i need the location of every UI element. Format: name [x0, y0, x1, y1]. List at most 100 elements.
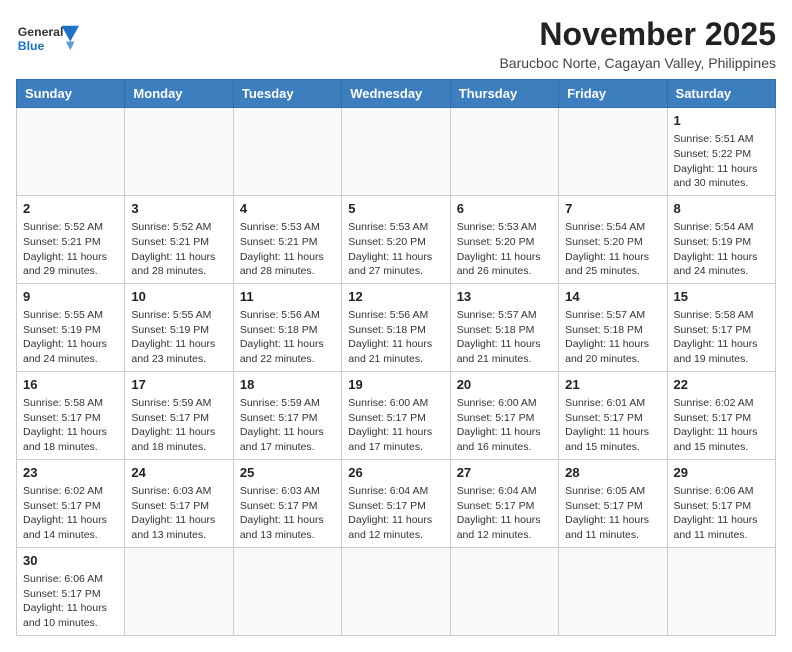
day-info: Sunrise: 6:03 AMSunset: 5:17 PMDaylight:… — [131, 484, 226, 543]
calendar-week-row: 23 Sunrise: 6:02 AMSunset: 5:17 PMDayligh… — [17, 459, 776, 547]
day-number: 15 — [674, 288, 769, 306]
weekday-header-saturday: Saturday — [667, 80, 775, 108]
weekday-header-sunday: Sunday — [17, 80, 125, 108]
calendar-cell: 2Sunrise: 5:52 AMSunset: 5:21 PMDaylight… — [17, 195, 125, 283]
day-number: 1 — [674, 112, 769, 130]
weekday-header-friday: Friday — [559, 80, 667, 108]
calendar-cell: 4Sunrise: 5:53 AMSunset: 5:21 PMDaylight… — [233, 195, 341, 283]
day-number: 18 — [240, 376, 335, 394]
calendar-cell — [125, 547, 233, 635]
day-number: 24 — [131, 464, 226, 482]
day-info: Sunrise: 5:54 AMSunset: 5:20 PMDaylight:… — [565, 220, 660, 279]
day-number: 11 — [240, 288, 335, 306]
day-info: Sunrise: 6:06 AMSunset: 5:17 PMDaylight:… — [23, 572, 118, 631]
calendar-cell: 21 Sunrise: 6:01 AMSunset: 5:17 PMDayligh… — [559, 371, 667, 459]
calendar-cell: 19Sunrise: 6:00 AMSunset: 5:17 PMDayligh… — [342, 371, 450, 459]
calendar-week-row: 2 Sunrise: 5:52 AMSunset: 5:21 PMDaylight… — [17, 195, 776, 283]
title-area: November 2025 Barucboc Norte, Cagayan Va… — [499, 16, 776, 71]
day-info: Sunrise: 5:53 AMSunset: 5:21 PMDaylight:… — [240, 220, 335, 279]
day-info: Sunrise: 6:04 AMSunset: 5:17 PMDaylight:… — [348, 484, 443, 543]
day-number: 16 — [23, 376, 118, 394]
day-number: 27 — [457, 464, 552, 482]
calendar-cell: 5 Sunrise: 5:53 AMSunset: 5:20 PMDaylight… — [342, 195, 450, 283]
day-info: Sunrise: 5:58 AMSunset: 5:17 PMDaylight:… — [23, 396, 118, 455]
calendar-cell: 16 Sunrise: 5:58 AMSunset: 5:17 PMDayligh… — [17, 371, 125, 459]
weekday-header-wednesday: Wednesday — [342, 80, 450, 108]
calendar-cell: 30 Sunrise: 6:06 AMSunset: 5:17 PMDayligh… — [17, 547, 125, 635]
calendar-cell — [342, 108, 450, 196]
calendar-week-row: 1 Sunrise: 5:51 AMSunset: 5:22 PMDaylight… — [17, 108, 776, 196]
calendar-cell: 22Sunrise: 6:02 AMSunset: 5:17 PMDayligh… — [667, 371, 775, 459]
day-info: Sunrise: 6:02 AMSunset: 5:17 PMDaylight:… — [674, 396, 769, 455]
day-info: Sunrise: 5:58 AMSunset: 5:17 PMDaylight:… — [674, 308, 769, 367]
logo-svg: General Blue — [16, 16, 86, 66]
day-number: 7 — [565, 200, 660, 218]
day-info: Sunrise: 5:52 AMSunset: 5:21 PMDaylight:… — [131, 220, 226, 279]
day-number: 9 — [23, 288, 118, 306]
day-info: Sunrise: 5:53 AMSunset: 5:20 PMDaylight:… — [348, 220, 443, 279]
calendar-cell — [125, 108, 233, 196]
page-container: General Blue November 2025 Barucboc Nort… — [16, 16, 776, 636]
calendar-cell — [450, 547, 558, 635]
day-number: 14 — [565, 288, 660, 306]
day-number: 2 — [23, 200, 118, 218]
calendar-cell: 17 Sunrise: 5:59 AMSunset: 5:17 PMDayligh… — [125, 371, 233, 459]
day-info: Sunrise: 5:55 AMSunset: 5:19 PMDaylight:… — [131, 308, 226, 367]
calendar-cell — [450, 108, 558, 196]
calendar-cell — [17, 108, 125, 196]
calendar-cell: 15 Sunrise: 5:58 AMSunset: 5:17 PMDayligh… — [667, 283, 775, 371]
calendar-cell: 23 Sunrise: 6:02 AMSunset: 5:17 PMDayligh… — [17, 459, 125, 547]
day-number: 5 — [348, 200, 443, 218]
day-number: 26 — [348, 464, 443, 482]
day-number: 20 — [457, 376, 552, 394]
day-info: Sunrise: 5:53 AMSunset: 5:20 PMDaylight:… — [457, 220, 552, 279]
calendar-cell — [667, 547, 775, 635]
day-info: Sunrise: 6:02 AMSunset: 5:17 PMDaylight:… — [23, 484, 118, 543]
subtitle: Barucboc Norte, Cagayan Valley, Philippi… — [499, 55, 776, 71]
calendar-cell: 18 Sunrise: 5:59 AMSunset: 5:17 PMDayligh… — [233, 371, 341, 459]
day-info: Sunrise: 5:59 AMSunset: 5:17 PMDaylight:… — [131, 396, 226, 455]
day-info: Sunrise: 5:59 AMSunset: 5:17 PMDaylight:… — [240, 396, 335, 455]
day-number: 10 — [131, 288, 226, 306]
calendar-cell: 7 Sunrise: 5:54 AMSunset: 5:20 PMDaylight… — [559, 195, 667, 283]
svg-text:General: General — [18, 25, 64, 39]
calendar-cell: 26 Sunrise: 6:04 AMSunset: 5:17 PMDayligh… — [342, 459, 450, 547]
day-number: 28 — [565, 464, 660, 482]
day-number: 17 — [131, 376, 226, 394]
day-info: Sunrise: 6:00 AMSunset: 5:17 PMDaylight:… — [457, 396, 552, 455]
day-info: Sunrise: 6:01 AMSunset: 5:17 PMDaylight:… — [565, 396, 660, 455]
weekday-header-thursday: Thursday — [450, 80, 558, 108]
day-info: Sunrise: 6:06 AMSunset: 5:17 PMDaylight:… — [674, 484, 769, 543]
calendar-cell: 20 Sunrise: 6:00 AMSunset: 5:17 PMDayligh… — [450, 371, 558, 459]
weekday-header-row: SundayMondayTuesdayWednesdayThursdayFrid… — [17, 80, 776, 108]
calendar-cell: 29 Sunrise: 6:06 AMSunset: 5:17 PMDayligh… — [667, 459, 775, 547]
day-number: 30 — [23, 552, 118, 570]
day-number: 21 — [565, 376, 660, 394]
logo-area: General Blue — [16, 16, 86, 66]
day-info: Sunrise: 5:57 AMSunset: 5:18 PMDaylight:… — [565, 308, 660, 367]
day-number: 29 — [674, 464, 769, 482]
calendar-cell: 11 Sunrise: 5:56 AMSunset: 5:18 PMDayligh… — [233, 283, 341, 371]
calendar-cell — [233, 547, 341, 635]
day-info: Sunrise: 6:04 AMSunset: 5:17 PMDaylight:… — [457, 484, 552, 543]
header: General Blue November 2025 Barucboc Nort… — [16, 16, 776, 71]
day-info: Sunrise: 5:51 AMSunset: 5:22 PMDaylight:… — [674, 132, 769, 191]
day-number: 19 — [348, 376, 443, 394]
calendar-cell: 13Sunrise: 5:57 AMSunset: 5:18 PMDayligh… — [450, 283, 558, 371]
day-info: Sunrise: 6:03 AMSunset: 5:17 PMDaylight:… — [240, 484, 335, 543]
weekday-header-tuesday: Tuesday — [233, 80, 341, 108]
logo-wrap: General Blue — [16, 16, 86, 66]
day-number: 6 — [457, 200, 552, 218]
day-number: 3 — [131, 200, 226, 218]
day-info: Sunrise: 6:05 AMSunset: 5:17 PMDaylight:… — [565, 484, 660, 543]
calendar-cell: 9Sunrise: 5:55 AMSunset: 5:19 PMDaylight… — [17, 283, 125, 371]
calendar-cell: 28 Sunrise: 6:05 AMSunset: 5:17 PMDayligh… — [559, 459, 667, 547]
calendar-cell — [559, 108, 667, 196]
day-number: 23 — [23, 464, 118, 482]
calendar-cell: 3 Sunrise: 5:52 AMSunset: 5:21 PMDaylight… — [125, 195, 233, 283]
day-number: 12 — [348, 288, 443, 306]
day-info: Sunrise: 5:56 AMSunset: 5:18 PMDaylight:… — [240, 308, 335, 367]
main-title: November 2025 — [499, 16, 776, 53]
calendar-cell: 12Sunrise: 5:56 AMSunset: 5:18 PMDayligh… — [342, 283, 450, 371]
calendar-cell — [342, 547, 450, 635]
